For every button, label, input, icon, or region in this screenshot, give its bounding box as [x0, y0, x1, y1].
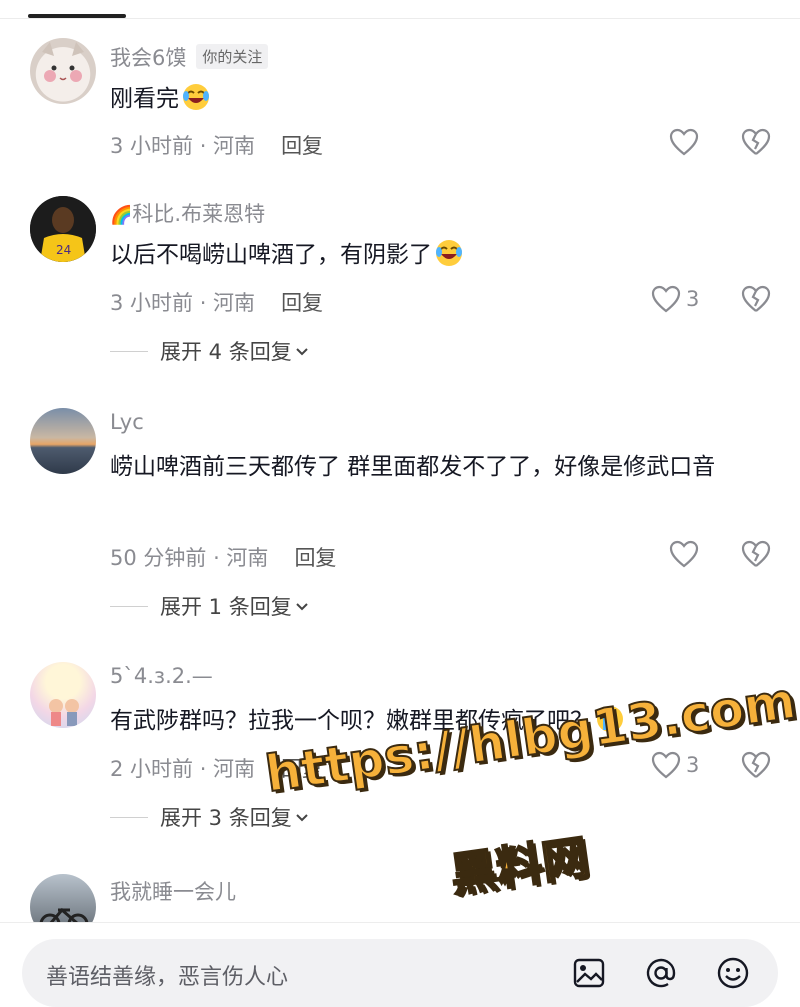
dislike-button[interactable] [740, 539, 772, 573]
reply-button[interactable]: 回复 [281, 134, 323, 158]
broken-heart-icon [741, 128, 771, 155]
expand-label: 展开 1 条回复 [160, 595, 292, 619]
watermark-title: 黑料网 [446, 829, 592, 904]
like-button[interactable] [668, 539, 704, 569]
rainbow-icon: 🌈 [110, 205, 133, 226]
reply-button[interactable]: 回复 [294, 546, 336, 570]
like-count: 3 [686, 287, 700, 311]
emoji-icon[interactable] [716, 956, 750, 990]
chevron-down-icon [296, 348, 308, 356]
dislike-button[interactable] [740, 127, 772, 161]
broken-heart-icon [741, 540, 771, 567]
heart-icon [669, 128, 699, 156]
dislike-button[interactable] [740, 284, 772, 318]
expand-replies[interactable]: 展开 1 条回复 [110, 591, 312, 621]
expand-replies[interactable]: 展开 3 条回复 [110, 802, 312, 832]
image-icon[interactable] [572, 956, 606, 990]
chevron-down-icon [296, 603, 308, 611]
username[interactable]: Lyc [110, 410, 144, 434]
watermark-url: https://hlbg13.com [261, 671, 800, 805]
like-count: 3 [686, 753, 700, 777]
comment-input-bar: 善语结善缘，恶言伤人心 [0, 922, 800, 1007]
username[interactable]: 5`4.з.2.— [110, 664, 213, 688]
heart-icon [651, 751, 681, 779]
time-location: 2 小时前 · 河南 [110, 757, 256, 781]
heart-icon [669, 540, 699, 568]
broken-heart-icon [741, 285, 771, 312]
time-location: 50 分钟前 · 河南 [110, 546, 269, 570]
divider-line [110, 816, 148, 818]
input-placeholder: 善语结善缘，恶言伤人心 [46, 965, 289, 990]
chevron-down-icon [296, 814, 308, 822]
like-button[interactable]: 3 [650, 750, 699, 780]
expand-replies[interactable]: 展开 4 条回复 [110, 336, 312, 366]
avatar[interactable] [30, 408, 96, 474]
heart-icon [651, 285, 681, 313]
comment-text: 崂山啤酒前三天都传了 群里面都发不了了，好像是修武口音 [110, 454, 716, 480]
comment-input[interactable]: 善语结善缘，恶言伤人心 [22, 939, 778, 1007]
time-location: 3 小时前 · 河南 [110, 291, 256, 315]
like-button[interactable] [668, 127, 704, 157]
top-divider [0, 0, 800, 19]
expand-label: 展开 4 条回复 [160, 340, 292, 364]
reply-button[interactable]: 回复 [281, 291, 323, 315]
avatar[interactable] [30, 662, 96, 728]
dislike-button[interactable] [740, 750, 772, 784]
username[interactable]: 我会6馍 [110, 46, 186, 70]
avatar[interactable] [30, 38, 96, 104]
like-button[interactable]: 3 [650, 284, 699, 314]
time-location: 3 小时前 · 河南 [110, 134, 256, 158]
laughing-emoji-icon [434, 238, 464, 268]
comment-text: 刚看完 [110, 86, 179, 112]
divider-line [110, 350, 148, 352]
tab-indicator [28, 14, 126, 18]
svg-text:24: 24 [56, 243, 71, 257]
at-icon[interactable] [644, 956, 678, 990]
divider-line [110, 605, 148, 607]
comment-text: 以后不喝崂山啤酒了，有阴影了 [110, 242, 432, 268]
follow-badge: 你的关注 [196, 44, 269, 69]
broken-heart-icon [741, 751, 771, 778]
username[interactable]: 科比.布莱恩特 [132, 202, 265, 226]
username[interactable]: 我就睡一会儿 [110, 880, 236, 904]
expand-label: 展开 3 条回复 [160, 806, 292, 830]
laughing-emoji-icon [181, 82, 211, 112]
avatar[interactable]: 24 [30, 196, 96, 262]
